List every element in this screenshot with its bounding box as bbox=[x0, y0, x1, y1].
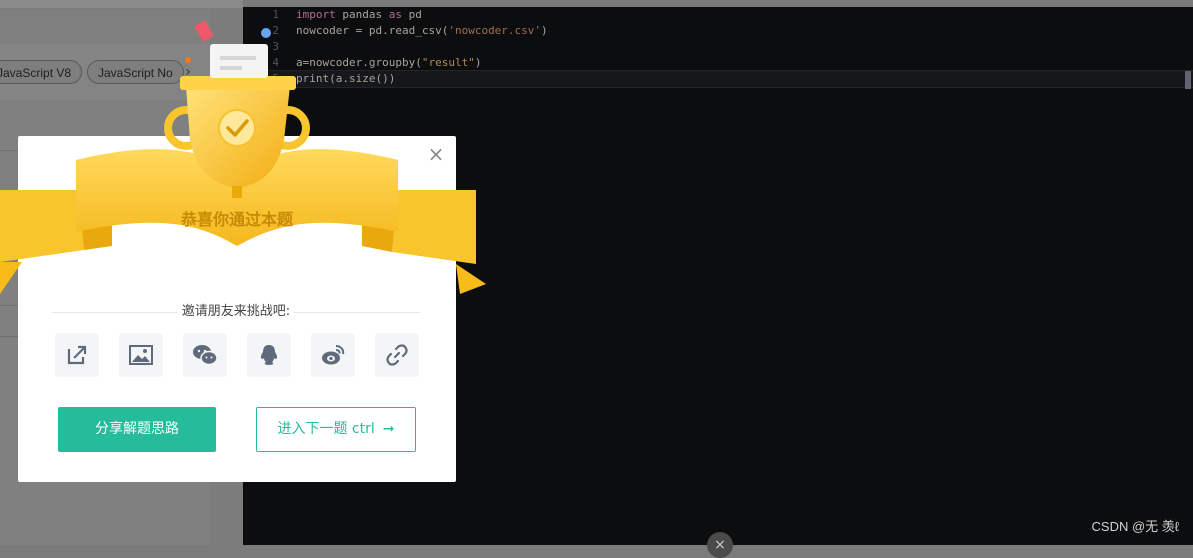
invite-section: 邀请朋友来挑战吧: bbox=[52, 302, 420, 322]
qq-icon bbox=[260, 345, 278, 365]
share-image-button[interactable] bbox=[119, 333, 163, 377]
next-problem-button[interactable]: 进入下一题 ctrl ➞ bbox=[256, 407, 416, 452]
share-qq-button[interactable] bbox=[247, 333, 291, 377]
share-wechat-button[interactable] bbox=[183, 333, 227, 377]
share-link-button[interactable] bbox=[375, 333, 419, 377]
arrow-right-icon: ➞ bbox=[382, 421, 395, 437]
share-external-button[interactable] bbox=[55, 333, 99, 377]
trophy-ribbon-illustration bbox=[0, 20, 486, 294]
invite-text: 邀请朋友来挑战吧: bbox=[177, 304, 295, 319]
external-share-icon bbox=[67, 345, 87, 365]
link-icon bbox=[386, 344, 408, 366]
weibo-icon bbox=[322, 345, 345, 365]
wechat-icon bbox=[193, 345, 217, 366]
watermark: CSDN @无 羡ℓ bbox=[1091, 519, 1179, 534]
editor-scrollbar[interactable] bbox=[1185, 71, 1191, 89]
close-icon[interactable]: × bbox=[426, 144, 446, 164]
share-solution-button[interactable]: 分享解题思路 bbox=[58, 407, 216, 452]
share-weibo-button[interactable] bbox=[311, 333, 355, 377]
dialog-title: 恭喜你通过本题 bbox=[180, 210, 293, 229]
image-share-icon bbox=[129, 345, 153, 365]
next-problem-label: 进入下一题 ctrl bbox=[277, 421, 375, 437]
close-icon[interactable]: × bbox=[707, 532, 733, 558]
